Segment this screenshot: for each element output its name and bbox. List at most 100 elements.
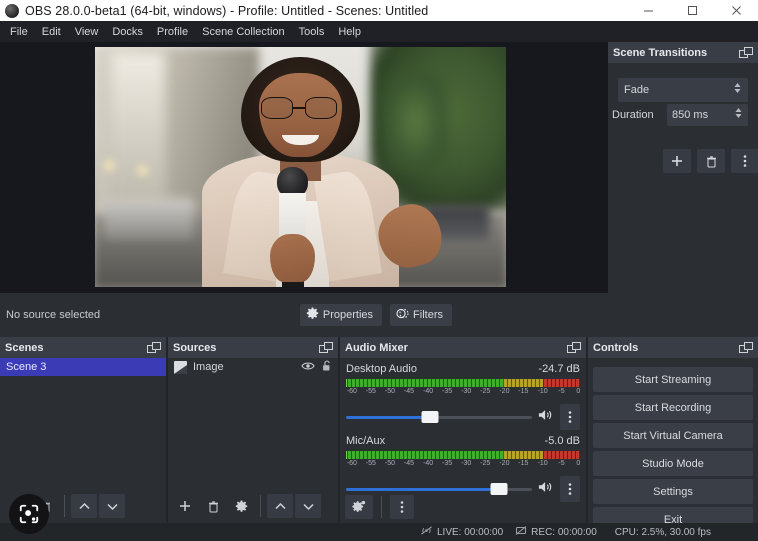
sources-toolbar (168, 489, 338, 523)
studio-mode-button[interactable]: Studio Mode (593, 451, 753, 476)
scenes-header: Scenes (0, 337, 166, 358)
tick: -50 (385, 388, 395, 395)
tick: -25 (480, 388, 490, 395)
duration-input[interactable]: 850 ms (667, 104, 748, 126)
transition-spinner-icon[interactable] (733, 81, 742, 100)
controls-title: Controls (593, 342, 638, 354)
move-scene-down-button[interactable] (99, 494, 125, 518)
menu-item-file[interactable]: File (3, 23, 35, 41)
scenes-list[interactable]: Scene 3 (0, 358, 166, 485)
float-dock-icon[interactable] (567, 342, 581, 354)
cpu-status-label: CPU: 2.5%, 30.00 fps (615, 527, 711, 538)
title-bar: OBS 28.0.0-beta1 (64-bit, windows) - Pro… (0, 0, 758, 21)
duration-label: Duration (612, 109, 654, 121)
tick: -60 (347, 460, 357, 467)
audio-settings-button[interactable] (345, 495, 373, 519)
scene-transitions-dock: Scene Transitions Fade Duration 850 ms (608, 42, 758, 293)
tick: -15 (518, 460, 528, 467)
sources-dock: Sources Image (168, 337, 338, 523)
tick: -5 (558, 388, 564, 395)
tick: -55 (366, 460, 376, 467)
live-status-label: LIVE: 00:00:00 (437, 527, 503, 538)
channel-menu-button[interactable] (560, 404, 580, 430)
window-title: OBS 28.0.0-beta1 (64-bit, windows) - Pro… (25, 4, 428, 18)
menu-item-tools[interactable]: Tools (292, 23, 332, 41)
sources-header: Sources (168, 337, 338, 358)
tick: -45 (404, 388, 414, 395)
tick: -35 (442, 460, 452, 467)
properties-button[interactable]: Properties (300, 304, 382, 326)
transition-menu-button[interactable] (731, 149, 758, 173)
start-virtual-camera-button[interactable]: Start Virtual Camera (593, 423, 753, 448)
controls-header: Controls (588, 337, 758, 358)
start-recording-button[interactable]: Start Recording (593, 395, 753, 420)
sources-list[interactable]: Image (168, 358, 338, 485)
remove-source-button[interactable] (200, 494, 226, 518)
menu-item-docks[interactable]: Docks (105, 23, 150, 41)
float-dock-icon[interactable] (739, 47, 753, 59)
source-properties-button[interactable] (228, 494, 254, 518)
menu-item-edit[interactable]: Edit (35, 23, 68, 41)
sources-title: Sources (173, 342, 216, 354)
channel-db: -24.7 dB (538, 363, 580, 375)
dock-row: Scenes Scene 3 (0, 337, 758, 523)
scene-transitions-title: Scene Transitions (613, 47, 707, 59)
audio-menu-button[interactable] (390, 495, 414, 519)
float-dock-icon[interactable] (319, 342, 333, 354)
broadcast-muted-icon (420, 525, 433, 539)
tick: -10 (537, 460, 547, 467)
lock-open-icon[interactable] (322, 360, 332, 375)
add-transition-button[interactable] (663, 149, 691, 173)
tick: -40 (423, 460, 433, 467)
maximize-icon[interactable] (670, 0, 714, 21)
status-bar: LIVE: 00:00:00 REC: 00:00:00 CPU: 2.5%, … (0, 523, 758, 541)
settings-button[interactable]: Settings (593, 479, 753, 504)
level-meter (346, 379, 580, 387)
level-meter (346, 451, 580, 459)
move-source-down-button[interactable] (295, 494, 321, 518)
float-dock-icon[interactable] (739, 342, 753, 354)
tick: 0 (576, 460, 580, 467)
screenshot-capture-cursor-icon (9, 494, 49, 534)
duration-spinner-icon[interactable] (734, 106, 743, 125)
tick: -15 (518, 388, 528, 395)
eye-icon[interactable] (301, 361, 315, 374)
move-scene-up-button[interactable] (71, 494, 97, 518)
rec-status-label: REC: 00:00:00 (531, 527, 597, 538)
channel-db: -5.0 dB (545, 435, 580, 447)
tick: -50 (385, 460, 395, 467)
obs-main-window: OBS 28.0.0-beta1 (64-bit, windows) - Pro… (0, 0, 758, 541)
menu-bar: File Edit View Docks Profile Scene Colle… (0, 21, 758, 42)
tick: -45 (404, 460, 414, 467)
filters-button[interactable]: Filters (390, 304, 452, 326)
preview-area[interactable] (0, 42, 608, 293)
source-label: Image (193, 361, 224, 373)
float-dock-icon[interactable] (147, 342, 161, 354)
menu-item-profile[interactable]: Profile (150, 23, 195, 41)
scene-preview-image (95, 47, 506, 287)
filters-icon (396, 307, 409, 323)
tick: -10 (537, 388, 547, 395)
image-source-icon (174, 361, 187, 374)
source-list-item[interactable]: Image (168, 358, 338, 376)
remove-transition-button[interactable] (697, 149, 725, 173)
speaker-icon[interactable] (538, 408, 554, 427)
menu-item-view[interactable]: View (68, 23, 106, 41)
tick: -25 (480, 460, 490, 467)
close-icon[interactable] (714, 0, 758, 21)
controls-dock: Controls Start Streaming Start Recording… (588, 337, 758, 523)
volume-fader[interactable] (346, 410, 532, 424)
scene-list-item[interactable]: Scene 3 (0, 358, 166, 376)
menu-item-scene-collection[interactable]: Scene Collection (195, 23, 292, 41)
duration-value: 850 ms (672, 109, 708, 121)
preview-canvas[interactable] (95, 47, 506, 287)
tick: -20 (499, 460, 509, 467)
move-source-up-button[interactable] (267, 494, 293, 518)
transition-select[interactable]: Fade (618, 78, 748, 102)
menu-item-help[interactable]: Help (331, 23, 368, 41)
start-streaming-button[interactable]: Start Streaming (593, 367, 753, 392)
add-source-button[interactable] (172, 494, 198, 518)
channel-name: Desktop Audio (346, 363, 417, 375)
minimize-icon[interactable] (626, 0, 670, 21)
audio-mixer-header: Audio Mixer (340, 337, 586, 358)
